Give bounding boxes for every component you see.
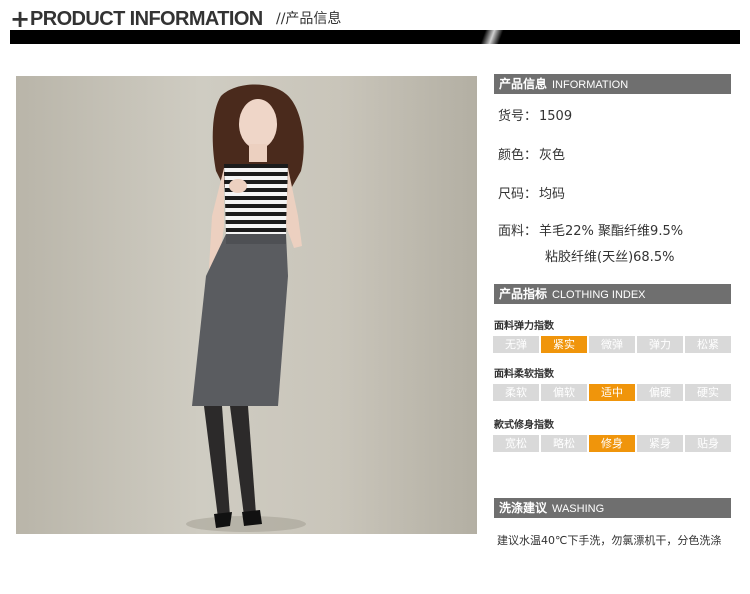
info-section-title-en: INFORMATION xyxy=(552,79,629,91)
index-cell: 贴身 xyxy=(685,435,731,452)
fabric-row: 面料： 羊毛22% 聚酯纤维9.5% xyxy=(498,223,683,241)
color-row: 颜色： 灰色 xyxy=(498,147,565,165)
index-cell: 宽松 xyxy=(493,435,539,452)
softness-index-title: 面料柔软指数 xyxy=(494,369,554,380)
index-cell: 略松 xyxy=(541,435,587,452)
size-value: 均码 xyxy=(539,187,566,202)
index-cell: 无弹 xyxy=(493,336,539,353)
header-divider-bar xyxy=(10,30,740,44)
index-cell: 弹力 xyxy=(637,336,683,353)
product-photo xyxy=(16,76,477,534)
index-cell: 松紧 xyxy=(685,336,731,353)
size-row: 尺码： 均码 xyxy=(498,186,565,204)
info-section-title-cn: 产品信息 xyxy=(499,77,548,91)
fabric-value-line2: 粘胶纤维(天丝)68.5% xyxy=(545,250,675,265)
index-section-title-en: CLOTHING INDEX xyxy=(552,289,646,301)
index-cell: 硬实 xyxy=(685,384,731,401)
wash-section-title-cn: 洗涤建议 xyxy=(499,501,548,515)
index-cell: 微弹 xyxy=(589,336,635,353)
fabric-value-line1: 羊毛22% 聚酯纤维9.5% xyxy=(539,224,684,239)
fabric-row-2: 粘胶纤维(天丝)68.5% xyxy=(545,249,674,267)
sku-label: 货号： xyxy=(498,109,538,124)
index-cell: 修身 xyxy=(589,435,635,452)
elasticity-index-title: 面料弹力指数 xyxy=(494,321,554,332)
wash-instructions: 建议水温40℃下手洗，勿氯漂机干，分色洗涤 xyxy=(497,534,722,547)
index-section-title-cn: 产品指标 xyxy=(499,287,548,301)
index-cell: 偏软 xyxy=(541,384,587,401)
size-label: 尺码： xyxy=(498,187,538,202)
elasticity-index-scale: 无弹 紧实 微弹 弹力 松紧 xyxy=(493,336,733,353)
index-cell: 柔软 xyxy=(493,384,539,401)
fabric-label: 面料： xyxy=(498,224,538,239)
header-title-en: PRODUCT INFORMATION xyxy=(30,8,263,30)
color-label: 颜色： xyxy=(498,148,538,163)
wash-section-bar: 洗涤建议 WASHING xyxy=(494,498,731,518)
softness-index-scale: 柔软 偏软 适中 偏硬 硬实 xyxy=(493,384,733,401)
sku-value: 1509 xyxy=(539,109,573,124)
index-cell: 适中 xyxy=(589,384,635,401)
color-value: 灰色 xyxy=(539,148,566,163)
plus-icon: + xyxy=(10,5,31,33)
header-title-cn: //产品信息 xyxy=(276,11,342,27)
fit-index-scale: 宽松 略松 修身 紧身 贴身 xyxy=(493,435,733,452)
sku-row: 货号： 1509 xyxy=(498,108,572,126)
section-header: + PRODUCT INFORMATION //产品信息 xyxy=(10,5,740,33)
index-cell: 偏硬 xyxy=(637,384,683,401)
info-section-bar: 产品信息 INFORMATION xyxy=(494,74,731,94)
index-section-bar: 产品指标 CLOTHING INDEX xyxy=(494,284,731,304)
wash-section-title-en: WASHING xyxy=(552,503,605,515)
index-cell: 紧实 xyxy=(541,336,587,353)
index-cell: 紧身 xyxy=(637,435,683,452)
fit-index-title: 款式修身指数 xyxy=(494,420,554,431)
